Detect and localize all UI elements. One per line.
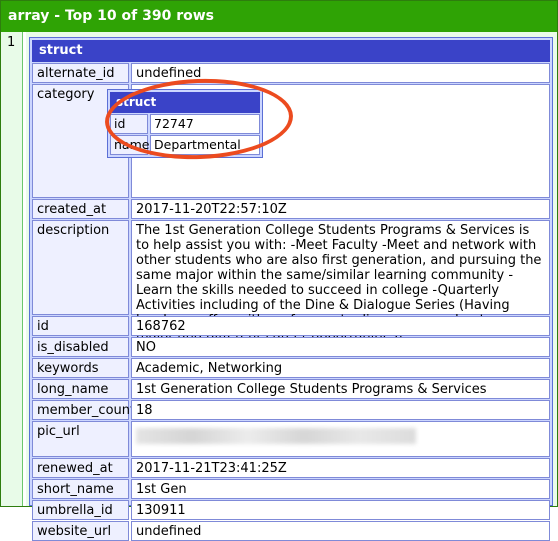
table-row: description The 1st Generation College S… <box>32 220 550 343</box>
redacted-url-blur <box>136 428 416 444</box>
field-key: is_disabled <box>32 337 129 357</box>
field-key: renewed_at <box>32 458 129 478</box>
field-key: description <box>32 220 129 315</box>
field-value: 130911 <box>131 500 550 520</box>
field-value: 2017-11-21T23:41:25Z <box>131 458 550 478</box>
table-row: member_count 18 <box>32 400 550 420</box>
field-value: NO <box>131 337 550 357</box>
array-dump-panel: array - Top 10 of 390 rows 1 struct alte… <box>0 0 558 541</box>
field-key: short_name <box>32 479 129 499</box>
table-row: id 168762 <box>32 316 550 336</box>
field-key: website_url <box>32 521 129 541</box>
field-value: 168762 <box>131 316 550 336</box>
table-row: keywords Academic, Networking <box>32 358 550 378</box>
field-key: umbrella_id <box>32 500 129 520</box>
field-value: 18 <box>131 400 550 420</box>
table-row: long_name 1st Generation College Student… <box>32 379 550 399</box>
table-row: renewed_at 2017-11-21T23:41:25Z <box>32 458 550 478</box>
table-row: umbrella_id 130911 <box>32 500 550 520</box>
table-row: created_at 2017-11-20T22:57:10Z <box>32 199 550 219</box>
field-value: 1st Generation College Students Programs… <box>131 379 550 399</box>
field-key: id <box>32 316 129 336</box>
field-value: undefined <box>131 521 550 541</box>
field-key: member_count <box>32 400 135 420</box>
table-row: alternate_id undefined <box>32 63 550 83</box>
field-value: 1st Gen <box>131 479 550 499</box>
struct-header[interactable]: struct <box>32 40 550 62</box>
field-value: Academic, Networking <box>131 358 550 378</box>
row-index: 1 <box>7 35 16 50</box>
field-value: The 1st Generation College Students Prog… <box>131 220 550 343</box>
table-row: short_name 1st Gen <box>32 479 550 499</box>
field-key: created_at <box>32 199 129 219</box>
table-row: is_disabled NO <box>32 337 550 357</box>
field-key: pic_url <box>32 421 129 457</box>
field-key: keywords <box>32 358 129 378</box>
field-value-redacted <box>131 421 550 457</box>
field-key: alternate_id <box>32 63 129 83</box>
array-header: array - Top 10 of 390 rows <box>1 1 557 32</box>
field-key: long_name <box>32 379 129 399</box>
table-row: pic_url <box>32 421 550 457</box>
field-value: 2017-11-20T22:57:10Z <box>131 199 550 219</box>
table-row: website_url undefined <box>32 521 550 541</box>
row-index-cell: 1 <box>1 32 23 506</box>
